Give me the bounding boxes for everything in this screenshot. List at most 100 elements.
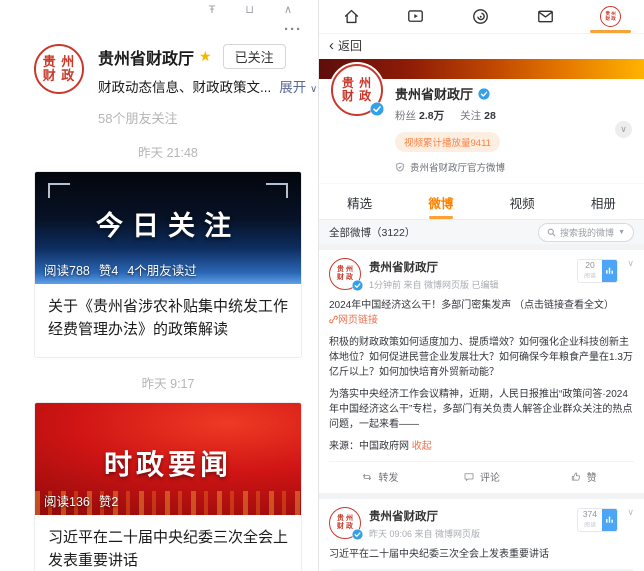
star-icon: ★ [199,48,212,65]
post-body: 2024年中国经济这么干！多部门密集发声 （点击链接查看全文）网页链接 积极的财… [329,298,634,454]
post-meta: 昨天 09:06 来自 微博网页版 [369,527,574,540]
repost-button[interactable]: 转发 [329,462,431,491]
nav-video[interactable] [400,0,431,33]
like-count: 赞2 [99,491,118,510]
nav-profile-active[interactable]: 贵 州 财 政 [594,0,627,33]
avatar-text-bottom: 财 政 [43,69,76,83]
tab-weibo[interactable]: 微博 [400,184,481,219]
account-avatar[interactable]: 贵 州 财 政 [34,44,84,94]
expand-link[interactable]: 展开 ∨ [279,76,317,96]
chevron-down-icon: ∨ [620,124,627,135]
weibo-panel: 贵 州 财 政 ‹ 返回 贵 州 财 政 贵 [318,0,644,571]
post-avatar[interactable]: 贵 州 财 政 [329,258,361,290]
more-menu-icon[interactable]: ··· [0,16,318,36]
all-weibo-count[interactable]: 全部微博（3122） [329,225,415,240]
account-header: 贵 州 财 政 贵州省财政厅 ★ 已关注 财政动态信息、财政政策文... 展开 … [0,36,318,127]
read-count: 阅读788 [44,260,90,279]
profile-avatar[interactable]: 贵 州 财 政 [331,64,383,116]
post-text: 积极的财政政策如何适度加力、提质增效？如何强化企业科技创新主体地位？如何促进民营… [329,335,634,380]
read-count-badge[interactable]: 374阅读 [577,508,618,532]
nav-home[interactable] [336,0,367,33]
account-description: 财政动态信息、财政政策文... [98,76,271,96]
profile-main: 贵州省财政厅 粉丝2.8万 关注28 视频累计播放量9411 贵州省财政厅官方微… [395,79,505,174]
profile-name: 贵州省财政厅 [395,84,473,103]
following-stat[interactable]: 关注28 [460,108,496,123]
article-card[interactable]: 时政要闻 阅读136 赞2 习近平在二十届中央纪委三次全会上发表重要讲话 [34,402,302,571]
collapse-profile-button[interactable]: ∨ [615,121,632,138]
post-body: 习近平在二十届中央纪委三次全会上发表重要讲话 习近平在二十届中央纪委三次全会上发… [329,547,634,571]
corner-decoration [48,183,70,198]
stats-chart-icon [602,260,617,282]
feed-timestamp: 昨天 21:48 [34,142,302,161]
web-link[interactable]: 网页链接 [329,315,378,326]
like-count: 赞4 [99,260,118,279]
search-my-weibo[interactable]: 搜索我的微博 ▼ [538,223,634,242]
profile-mini-avatar: 贵 州 财 政 [600,6,621,27]
avatar-text-top: 贵 州 [43,55,76,69]
fans-stat[interactable]: 粉丝2.8万 [395,108,444,123]
pin-icon[interactable]: Ŧ [209,4,216,16]
video-icon [406,7,425,26]
repost-icon [361,471,373,483]
weibo-feed: 贵 州 财 政 贵州省财政厅 1分钟前 来自 微博网页版 已编辑 20阅读 [319,244,644,571]
article-title[interactable]: 习近平在二十届中央纪委三次全会上发表重要讲话 [35,515,301,571]
post-header: 贵 州 财 政 贵州省财政厅 1分钟前 来自 微博网页版 已编辑 20阅读 [329,258,634,291]
collapse-text-link[interactable]: 收起 [412,441,432,452]
read-count: 阅读136 [44,491,90,510]
mail-icon [536,7,555,26]
account-description-row: 财政动态信息、财政政策文... 展开 ∨ [98,76,302,96]
article-feed: 昨天 21:48 今日关注 阅读788 赞4 4个朋友读过 关于《贵州省涉农补贴… [0,142,318,571]
post-header: 贵 州 财 政 贵州省财政厅 昨天 09:06 来自 微博网页版 374阅读 [329,507,634,540]
post-menu-chevron-icon[interactable]: ∨ [627,258,634,269]
post-author[interactable]: 贵州省财政厅 [369,259,574,275]
tab-album[interactable]: 相册 [563,184,644,219]
window-controls: Ŧ ⊔ ∧ [0,0,318,16]
verified-badge-icon [352,529,363,540]
back-arrow-icon: ‹ [329,41,334,51]
verified-badge-icon [352,280,363,291]
back-button[interactable]: ‹ 返回 [319,34,644,59]
account-name: 贵州省财政厅 [98,45,194,69]
read-count-label: 阅读 [584,521,596,530]
nav-discover[interactable] [465,0,496,33]
post-menu-chevron-icon[interactable]: ∨ [627,507,634,518]
post-action-bar: 转发 评论 赞 [329,461,634,491]
post-avatar[interactable]: 贵 州 财 政 [329,507,361,539]
verified-check-icon [478,88,490,100]
article-stats: 阅读136 赞2 [44,491,118,510]
restore-icon[interactable]: ⊔ [245,4,254,16]
read-count-badge[interactable]: 20阅读 [577,259,618,283]
post-text: 习近平在二十届中央纪委三次全会上发表重要讲话 [329,547,634,562]
home-icon [342,7,361,26]
search-label: 搜索我的微博 [560,226,614,239]
post-source: 来源：中国政府网 [329,441,409,452]
verified-badge-icon [370,102,384,116]
followed-button[interactable]: 已关注 [223,44,286,69]
article-title[interactable]: 关于《贵州省涉农补贴集中统发工作经费管理办法》的政策解读 [35,284,301,357]
profile-bio: 贵州省财政厅官方微博 [410,160,505,174]
profile-stats: 粉丝2.8万 关注28 [395,108,505,123]
discover-icon [471,7,490,26]
thumbs-up-icon [570,471,582,483]
caret-down-icon: ▼ [618,229,625,236]
tab-video[interactable]: 视频 [482,184,563,219]
account-info: 贵州省财政厅 ★ 已关注 财政动态信息、财政政策文... 展开 ∨ 58个朋友关… [98,44,302,127]
back-label: 返回 [338,37,362,54]
cover-title: 今日关注 [35,204,301,243]
collapse-icon[interactable]: ∧ [284,4,292,16]
read-count: 374 [583,510,597,520]
comment-button[interactable]: 评论 [431,462,533,491]
corner-decoration [266,183,288,198]
app: Ŧ ⊔ ∧ ··· 贵 州 财 政 贵州省财政厅 ★ 已关注 财政动态信息、财政… [0,0,644,571]
cover-title: 时政要闻 [35,443,301,483]
post-meta: 1分钟前 来自 微博网页版 已编辑 [369,278,574,291]
feed-filter-row: 全部微博（3122） 搜索我的微博 ▼ [319,219,644,244]
post-author[interactable]: 贵州省财政厅 [369,508,574,524]
article-card[interactable]: 今日关注 阅读788 赞4 4个朋友读过 关于《贵州省涉农补贴集中统发工作经费管… [34,171,302,358]
read-count: 20 [583,261,597,271]
tab-featured[interactable]: 精选 [319,184,400,219]
read-count-label: 阅读 [584,272,596,281]
nav-messages[interactable] [530,0,561,33]
profile-bio-row: 贵州省财政厅官方微博 [395,160,505,174]
like-button[interactable]: 赞 [532,462,634,491]
